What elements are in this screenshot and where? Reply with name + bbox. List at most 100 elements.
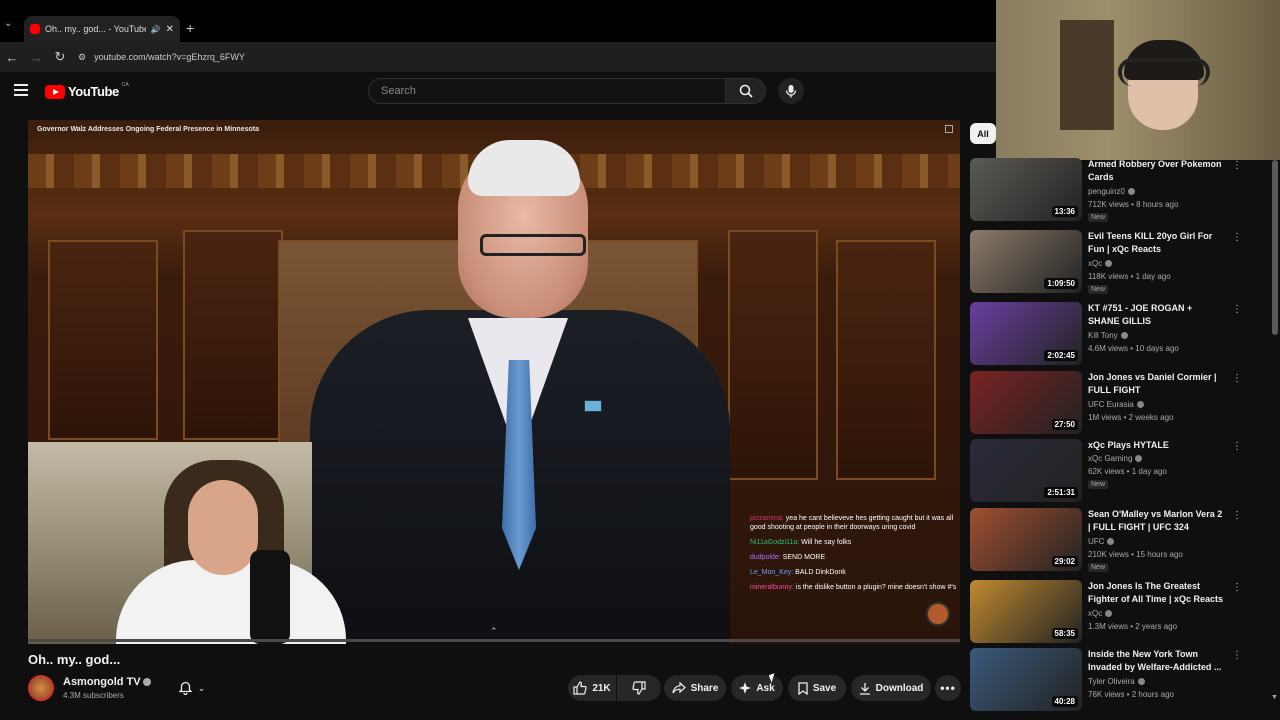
recommendation-meta: 210K views • 15 hours ago — [1088, 550, 1183, 559]
thumbnail[interactable]: 13:36 — [970, 158, 1082, 221]
recommendation-meta: 76K views • 2 hours ago — [1088, 690, 1174, 699]
chat-message: mineralbunny: is the dislike button a pl… — [750, 584, 957, 591]
thumbnail[interactable]: 27:50 — [970, 371, 1082, 434]
thumbnail[interactable]: 2:51:31 — [970, 439, 1082, 502]
verified-icon — [1135, 455, 1143, 463]
recommendation-channel[interactable]: UFC — [1088, 537, 1115, 546]
more-vert-icon[interactable]: ⋮ — [1232, 441, 1242, 452]
new-tab-button[interactable]: + — [186, 20, 194, 36]
dislike-button[interactable] — [617, 675, 661, 701]
more-actions-button[interactable]: ••• — [935, 675, 961, 701]
scrollbar-thumb[interactable] — [1272, 160, 1278, 335]
chat-message: dudpolde: SEND MORE — [750, 554, 826, 561]
more-vert-icon[interactable]: ⋮ — [1232, 582, 1242, 593]
recommendation-title[interactable]: Sean O'Malley vs Marlon Vera 2 | FULL FI… — [1088, 508, 1224, 534]
verified-icon — [1127, 188, 1135, 196]
more-vert-icon[interactable]: ⋮ — [1232, 650, 1242, 661]
recommendation-item[interactable]: 2:51:31 xQc Plays HYTALE xQc Gaming 62K vie… — [970, 439, 1242, 503]
thumbnail[interactable]: 40:28 — [970, 648, 1082, 711]
scroll-down-arrow-icon[interactable]: ▼ — [1271, 694, 1278, 701]
voice-search-button[interactable] — [778, 78, 804, 104]
recommendation-channel[interactable]: penguinz0 — [1088, 187, 1135, 196]
recommendation-channel[interactable]: Kill Tony — [1088, 331, 1128, 340]
recommendation-item[interactable]: 1:09:50 Evil Teens KILL 20yo Girl For Fun… — [970, 230, 1242, 294]
recommendation-item[interactable]: 40:28 Inside the New York Town Invaded by… — [970, 648, 1242, 712]
recommendation-channel[interactable]: xQc — [1088, 609, 1113, 618]
like-button[interactable]: 21K — [568, 675, 616, 701]
filter-chip-all[interactable]: All — [970, 123, 996, 144]
wood-panel — [48, 240, 158, 440]
video-progress-bar[interactable] — [28, 639, 960, 642]
address-bar-row: ← → ↻ ⚙ youtube.com/watch?v=gEhzrq_6FWY — [0, 42, 996, 72]
hamburger-menu-icon[interactable] — [14, 84, 28, 99]
more-vert-icon[interactable]: ⋮ — [1232, 160, 1242, 171]
video-player[interactable]: Governor Walz Addresses Ongoing Federal … — [28, 120, 960, 644]
recommendation-channel[interactable]: xQc Gaming — [1088, 454, 1143, 463]
more-vert-icon[interactable]: ⋮ — [1232, 232, 1242, 243]
recommendation-title[interactable]: Armed Robbery Over Pokemon Cards — [1088, 158, 1224, 184]
recommendation-channel[interactable]: UFC Eurasia — [1088, 400, 1144, 409]
thumbnail[interactable]: 29:02 — [970, 508, 1082, 571]
thumbnail[interactable]: 2:02:45 — [970, 302, 1082, 365]
new-badge: New — [1088, 480, 1109, 489]
reload-icon[interactable]: ↻ — [48, 49, 72, 65]
thumbnail[interactable]: 1:09:50 — [970, 230, 1082, 293]
speaker-glasses — [480, 234, 586, 256]
tab-close-icon[interactable]: ✕ — [166, 24, 174, 35]
more-vert-icon[interactable]: ⋮ — [1232, 510, 1242, 521]
recommendation-channel[interactable]: xQc — [1088, 259, 1113, 268]
like-count: 21K — [592, 682, 611, 694]
recommendation-item[interactable]: 27:50 Jon Jones vs Daniel Cormier | FULL … — [970, 371, 1242, 435]
thumbnail[interactable]: 58:35 — [970, 580, 1082, 643]
notification-bell-button[interactable]: ⌄ — [168, 675, 216, 701]
more-horizontal-icon: ••• — [940, 681, 956, 695]
logo-text: YouTube — [68, 84, 119, 99]
recommendation-item[interactable]: 58:35 Jon Jones Is The Greatest Fighter o… — [970, 580, 1242, 644]
recommendation-item[interactable]: 13:36 Armed Robbery Over Pokemon Cards pen… — [970, 158, 1242, 222]
back-arrow-icon[interactable]: ← — [0, 50, 24, 65]
search-button[interactable] — [726, 78, 766, 104]
search-input[interactable]: Search — [368, 78, 726, 104]
share-icon — [671, 682, 686, 694]
save-label: Save — [812, 682, 837, 694]
speaker-hair — [468, 140, 580, 196]
recommendation-title[interactable]: Jon Jones vs Daniel Cormier | FULL FIGHT — [1088, 371, 1224, 397]
channel-name[interactable]: Asmongold TV — [63, 676, 141, 688]
more-vert-icon[interactable]: ⋮ — [1232, 373, 1242, 384]
recommendation-title[interactable]: Jon Jones Is The Greatest Fighter of All… — [1088, 580, 1224, 606]
site-info-icon[interactable]: ⚙ — [78, 52, 86, 63]
duration-badge: 40:28 — [1051, 696, 1078, 707]
forward-arrow-icon[interactable]: → — [24, 50, 48, 65]
country-code: CA — [121, 82, 129, 88]
url-field[interactable]: ⚙ youtube.com/watch?v=gEhzrq_6FWY — [78, 52, 245, 63]
chevron-up-icon[interactable]: ⌃ — [490, 626, 498, 637]
save-button[interactable]: Save — [788, 675, 846, 701]
youtube-logo[interactable]: YouTube CA — [45, 82, 129, 99]
recommendation-channel[interactable]: Tyler Oliveira — [1088, 677, 1145, 686]
tab-list-chevron-icon[interactable]: ⌄ — [4, 18, 18, 36]
chat-message: Le_Mon_Key: BALD DinkDonk — [750, 569, 846, 576]
share-button[interactable]: Share — [664, 675, 726, 701]
recommendation-item[interactable]: 29:02 Sean O'Malley vs Marlon Vera 2 | FU… — [970, 508, 1242, 572]
expand-icon[interactable] — [945, 125, 953, 133]
verified-icon — [1105, 610, 1113, 618]
more-vert-icon[interactable]: ⋮ — [1232, 304, 1242, 315]
recommendation-title[interactable]: Evil Teens KILL 20yo Girl For Fun | xQc … — [1088, 230, 1224, 256]
duration-badge: 27:50 — [1051, 419, 1078, 430]
recommendation-meta: 712K views • 8 hours ago — [1088, 200, 1179, 209]
duration-badge: 58:35 — [1051, 628, 1078, 639]
duration-badge: 29:02 — [1051, 556, 1078, 567]
recommendation-item[interactable]: 2:02:45 KT #751 - JOE ROGAN + SHANE GILLI… — [970, 302, 1242, 366]
browser-tab[interactable]: Oh.. my.. god... - YouTube 🔊 ✕ — [24, 16, 180, 42]
download-button[interactable]: Download — [851, 675, 931, 701]
recommendation-title[interactable]: xQc Plays HYTALE — [1088, 439, 1224, 452]
recommendation-title[interactable]: KT #751 - JOE ROGAN + SHANE GILLIS — [1088, 302, 1224, 328]
duration-badge: 2:02:45 — [1044, 350, 1078, 361]
verified-icon — [1107, 538, 1115, 546]
duration-badge: 2:51:31 — [1044, 487, 1078, 498]
recommendation-title[interactable]: Inside the New York Town Invaded by Welf… — [1088, 648, 1224, 674]
channel-avatar[interactable] — [28, 675, 54, 701]
verified-icon — [1136, 401, 1144, 409]
tab-audio-icon[interactable]: 🔊 — [151, 25, 161, 34]
thumbs-up-icon — [573, 681, 587, 695]
